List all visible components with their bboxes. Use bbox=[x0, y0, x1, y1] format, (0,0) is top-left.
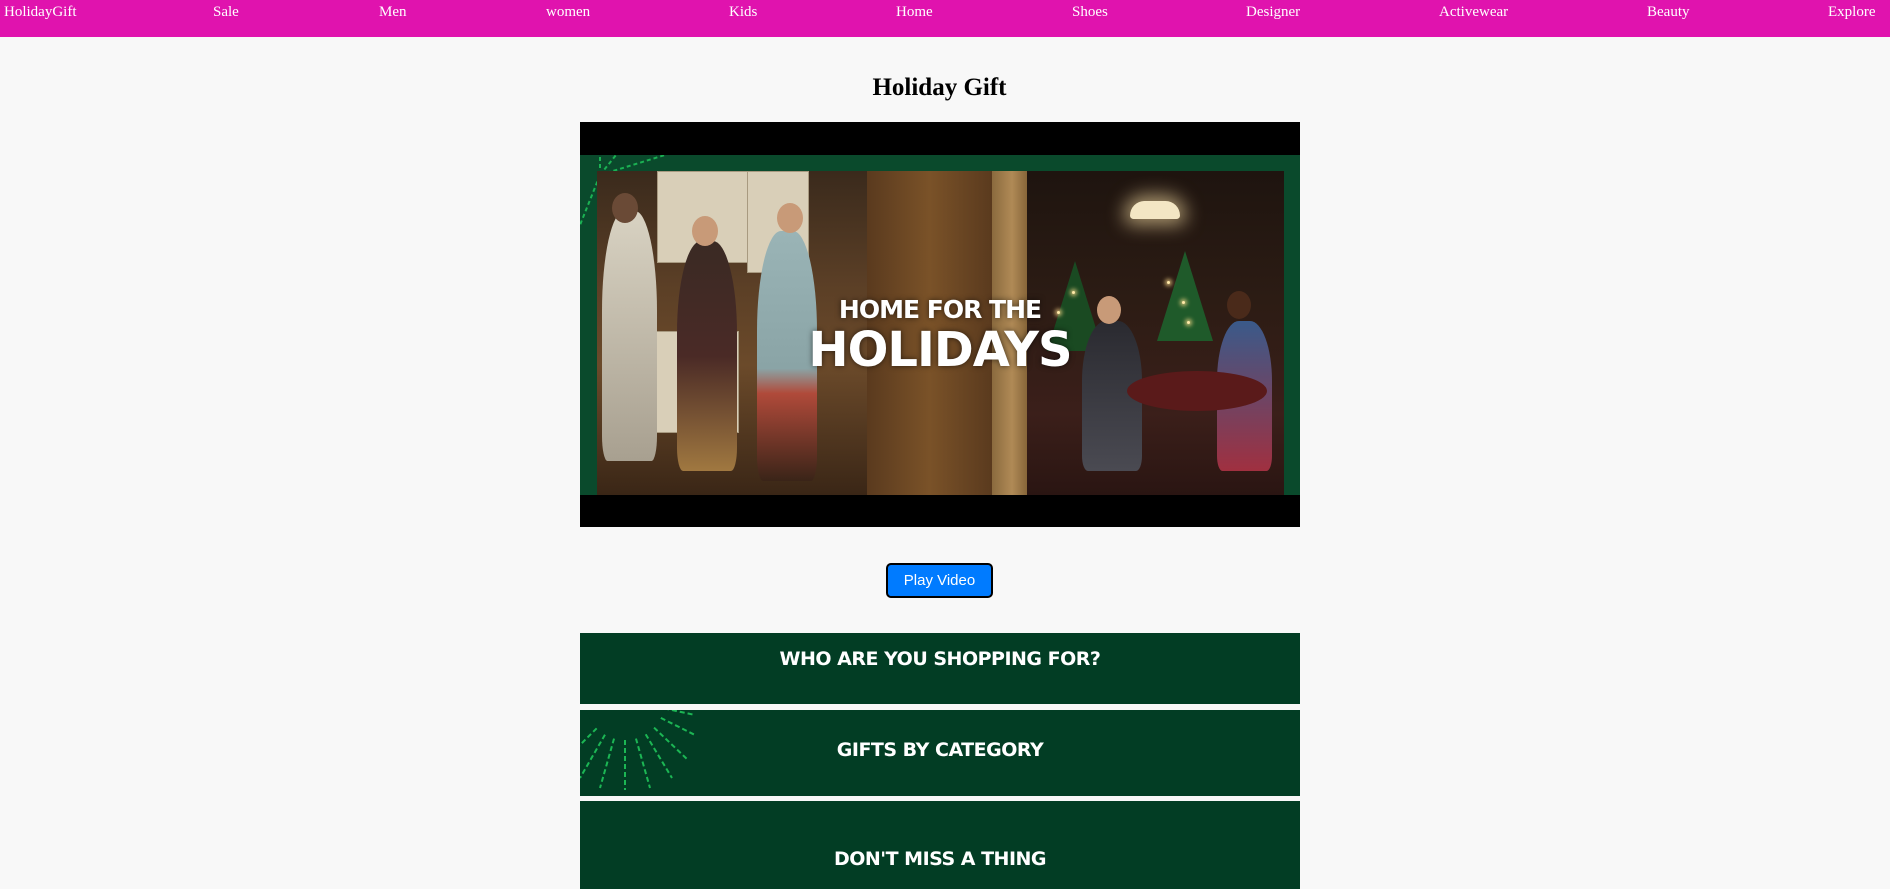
nav-item-holidaygift[interactable]: HolidayGift bbox=[4, 4, 77, 20]
page-title: Holiday Gift bbox=[872, 74, 1007, 101]
video-player[interactable]: HOME FOR THE HOLIDAYS bbox=[580, 122, 1300, 527]
banner-label: DON'T MISS A THING bbox=[833, 848, 1047, 870]
banner-gifts-by-category[interactable]: GIFTS BY CATEGORY bbox=[580, 710, 1300, 796]
overlay-line-2: HOLIDAYS bbox=[808, 322, 1072, 378]
nav-item-activewear[interactable]: Activewear bbox=[1439, 4, 1508, 20]
banner-who-are-you-shopping-for[interactable]: WHO ARE YOU SHOPPING FOR? bbox=[580, 633, 1300, 704]
nav-item-explore[interactable]: Explore bbox=[1828, 4, 1875, 20]
overlay-line-1: HOME FOR THE bbox=[838, 295, 1042, 324]
nav-item-men[interactable]: Men bbox=[379, 4, 407, 20]
video-poster: HOME FOR THE HOLIDAYS bbox=[580, 155, 1300, 495]
video-overlay-title: HOME FOR THE HOLIDAYS bbox=[580, 295, 1300, 375]
banner-dont-miss-a-thing[interactable]: DON'T MISS A THING bbox=[580, 801, 1300, 889]
play-video-button[interactable]: Play Video bbox=[886, 563, 993, 598]
banner-label: GIFTS BY CATEGORY bbox=[836, 739, 1044, 761]
top-nav-bar: HolidayGift Sale Men women Kids Home Sho… bbox=[0, 0, 1890, 37]
nav-item-designer[interactable]: Designer bbox=[1246, 4, 1300, 20]
nav-item-sale[interactable]: Sale bbox=[213, 4, 239, 20]
nav-item-women[interactable]: women bbox=[546, 4, 590, 20]
nav-item-kids[interactable]: Kids bbox=[729, 4, 757, 20]
nav-item-beauty[interactable]: Beauty bbox=[1647, 4, 1690, 20]
nav-item-home[interactable]: Home bbox=[896, 4, 933, 20]
nav-item-shoes[interactable]: Shoes bbox=[1072, 4, 1108, 20]
pendant-lamp bbox=[1130, 201, 1180, 219]
banner-label: WHO ARE YOU SHOPPING FOR? bbox=[779, 648, 1101, 670]
